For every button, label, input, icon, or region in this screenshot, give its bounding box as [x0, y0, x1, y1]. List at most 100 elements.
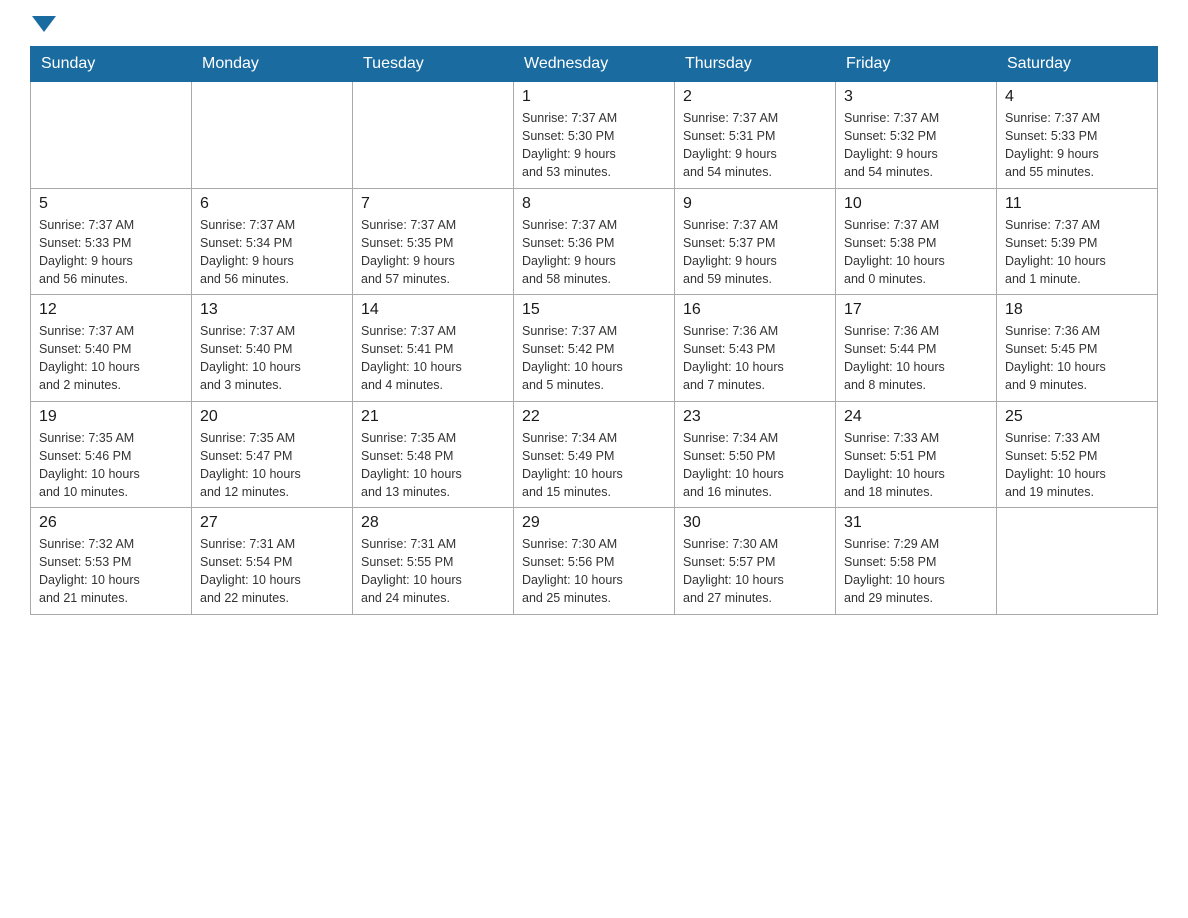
table-row: 17 Sunrise: 7:36 AMSunset: 5:44 PMDayligh…: [836, 295, 997, 402]
table-row: 7 Sunrise: 7:37 AMSunset: 5:35 PMDaylight…: [353, 188, 514, 295]
day-number: 28: [361, 514, 505, 532]
table-row: 11 Sunrise: 7:37 AMSunset: 5:39 PMDayligh…: [997, 188, 1158, 295]
table-row: 24 Sunrise: 7:33 AMSunset: 5:51 PMDayligh…: [836, 401, 997, 508]
day-info: Sunrise: 7:35 AMSunset: 5:48 PMDaylight:…: [361, 429, 505, 502]
calendar-week-row: 1 Sunrise: 7:37 AMSunset: 5:30 PMDaylight…: [31, 82, 1158, 189]
day-info: Sunrise: 7:36 AMSunset: 5:43 PMDaylight:…: [683, 322, 827, 395]
day-info: Sunrise: 7:33 AMSunset: 5:51 PMDaylight:…: [844, 429, 988, 502]
day-number: 9: [683, 195, 827, 213]
day-number: 27: [200, 514, 344, 532]
day-info: Sunrise: 7:37 AMSunset: 5:34 PMDaylight:…: [200, 216, 344, 289]
day-number: 2: [683, 88, 827, 106]
table-row: 5 Sunrise: 7:37 AMSunset: 5:33 PMDaylight…: [31, 188, 192, 295]
day-info: Sunrise: 7:37 AMSunset: 5:33 PMDaylight:…: [1005, 109, 1149, 182]
logo-arrow-icon: [32, 16, 56, 32]
day-number: 11: [1005, 195, 1149, 213]
col-thursday: Thursday: [675, 47, 836, 82]
day-number: 22: [522, 408, 666, 426]
table-row: 27 Sunrise: 7:31 AMSunset: 5:54 PMDayligh…: [192, 508, 353, 615]
table-row: 15 Sunrise: 7:37 AMSunset: 5:42 PMDayligh…: [514, 295, 675, 402]
day-info: Sunrise: 7:37 AMSunset: 5:32 PMDaylight:…: [844, 109, 988, 182]
day-number: 12: [39, 301, 183, 319]
day-number: 18: [1005, 301, 1149, 319]
table-row: 29Sunrise: 7:30 AMSunset: 5:56 PMDayligh…: [514, 508, 675, 615]
day-info: Sunrise: 7:37 AMSunset: 5:40 PMDaylight:…: [39, 322, 183, 395]
table-row: 18 Sunrise: 7:36 AMSunset: 5:45 PMDayligh…: [997, 295, 1158, 402]
day-info: Sunrise: 7:37 AMSunset: 5:30 PMDaylight:…: [522, 109, 666, 182]
calendar-header-row: Sunday Monday Tuesday Wednesday Thursday…: [31, 47, 1158, 82]
day-number: 8: [522, 195, 666, 213]
day-number: 1: [522, 88, 666, 106]
table-row: 8Sunrise: 7:37 AMSunset: 5:36 PMDaylight…: [514, 188, 675, 295]
table-row: 12 Sunrise: 7:37 AMSunset: 5:40 PMDayligh…: [31, 295, 192, 402]
day-number: 6: [200, 195, 344, 213]
table-row: 13Sunrise: 7:37 AMSunset: 5:40 PMDayligh…: [192, 295, 353, 402]
table-row: 6 Sunrise: 7:37 AMSunset: 5:34 PMDaylight…: [192, 188, 353, 295]
day-number: 5: [39, 195, 183, 213]
day-number: 26: [39, 514, 183, 532]
day-number: 25: [1005, 408, 1149, 426]
day-number: 16: [683, 301, 827, 319]
day-number: 31: [844, 514, 988, 532]
table-row: 26Sunrise: 7:32 AMSunset: 5:53 PMDayligh…: [31, 508, 192, 615]
table-row: 25Sunrise: 7:33 AMSunset: 5:52 PMDayligh…: [997, 401, 1158, 508]
logo: [30, 20, 56, 36]
table-row: 16 Sunrise: 7:36 AMSunset: 5:43 PMDayligh…: [675, 295, 836, 402]
day-info: Sunrise: 7:31 AMSunset: 5:55 PMDaylight:…: [361, 535, 505, 608]
table-row: 21 Sunrise: 7:35 AMSunset: 5:48 PMDayligh…: [353, 401, 514, 508]
day-number: 17: [844, 301, 988, 319]
col-wednesday: Wednesday: [514, 47, 675, 82]
day-info: Sunrise: 7:37 AMSunset: 5:39 PMDaylight:…: [1005, 216, 1149, 289]
table-row: 9 Sunrise: 7:37 AMSunset: 5:37 PMDaylight…: [675, 188, 836, 295]
day-info: Sunrise: 7:30 AMSunset: 5:57 PMDaylight:…: [683, 535, 827, 608]
table-row: 2 Sunrise: 7:37 AMSunset: 5:31 PMDaylight…: [675, 82, 836, 189]
calendar-week-row: 12 Sunrise: 7:37 AMSunset: 5:40 PMDayligh…: [31, 295, 1158, 402]
day-info: Sunrise: 7:36 AMSunset: 5:44 PMDaylight:…: [844, 322, 988, 395]
day-number: 7: [361, 195, 505, 213]
table-row: 31 Sunrise: 7:29 AMSunset: 5:58 PMDayligh…: [836, 508, 997, 615]
day-number: 10: [844, 195, 988, 213]
day-number: 4: [1005, 88, 1149, 106]
day-info: Sunrise: 7:37 AMSunset: 5:40 PMDaylight:…: [200, 322, 344, 395]
day-info: Sunrise: 7:37 AMSunset: 5:42 PMDaylight:…: [522, 322, 666, 395]
day-number: 21: [361, 408, 505, 426]
table-row: 28 Sunrise: 7:31 AMSunset: 5:55 PMDayligh…: [353, 508, 514, 615]
day-number: 24: [844, 408, 988, 426]
day-info: Sunrise: 7:37 AMSunset: 5:31 PMDaylight:…: [683, 109, 827, 182]
day-info: Sunrise: 7:37 AMSunset: 5:33 PMDaylight:…: [39, 216, 183, 289]
day-info: Sunrise: 7:31 AMSunset: 5:54 PMDaylight:…: [200, 535, 344, 608]
col-monday: Monday: [192, 47, 353, 82]
table-row: 10 Sunrise: 7:37 AMSunset: 5:38 PMDayligh…: [836, 188, 997, 295]
day-info: Sunrise: 7:37 AMSunset: 5:38 PMDaylight:…: [844, 216, 988, 289]
day-info: Sunrise: 7:29 AMSunset: 5:58 PMDaylight:…: [844, 535, 988, 608]
day-number: 14: [361, 301, 505, 319]
day-number: 29: [522, 514, 666, 532]
day-info: Sunrise: 7:35 AMSunset: 5:47 PMDaylight:…: [200, 429, 344, 502]
day-number: 19: [39, 408, 183, 426]
table-row: 20 Sunrise: 7:35 AMSunset: 5:47 PMDayligh…: [192, 401, 353, 508]
calendar-week-row: 26Sunrise: 7:32 AMSunset: 5:53 PMDayligh…: [31, 508, 1158, 615]
day-number: 3: [844, 88, 988, 106]
day-info: Sunrise: 7:35 AMSunset: 5:46 PMDaylight:…: [39, 429, 183, 502]
day-number: 23: [683, 408, 827, 426]
col-saturday: Saturday: [997, 47, 1158, 82]
table-row: 22 Sunrise: 7:34 AMSunset: 5:49 PMDayligh…: [514, 401, 675, 508]
day-number: 30: [683, 514, 827, 532]
day-number: 20: [200, 408, 344, 426]
day-info: Sunrise: 7:36 AMSunset: 5:45 PMDaylight:…: [1005, 322, 1149, 395]
col-sunday: Sunday: [31, 47, 192, 82]
day-info: Sunrise: 7:34 AMSunset: 5:50 PMDaylight:…: [683, 429, 827, 502]
table-row: 3 Sunrise: 7:37 AMSunset: 5:32 PMDaylight…: [836, 82, 997, 189]
table-row: 19 Sunrise: 7:35 AMSunset: 5:46 PMDayligh…: [31, 401, 192, 508]
table-row: 30 Sunrise: 7:30 AMSunset: 5:57 PMDayligh…: [675, 508, 836, 615]
table-row: 1 Sunrise: 7:37 AMSunset: 5:30 PMDaylight…: [514, 82, 675, 189]
table-row: [353, 82, 514, 189]
table-row: [997, 508, 1158, 615]
day-info: Sunrise: 7:37 AMSunset: 5:35 PMDaylight:…: [361, 216, 505, 289]
day-info: Sunrise: 7:37 AMSunset: 5:37 PMDaylight:…: [683, 216, 827, 289]
day-info: Sunrise: 7:34 AMSunset: 5:49 PMDaylight:…: [522, 429, 666, 502]
col-friday: Friday: [836, 47, 997, 82]
table-row: 23 Sunrise: 7:34 AMSunset: 5:50 PMDayligh…: [675, 401, 836, 508]
page-header: [30, 20, 1158, 36]
day-number: 15: [522, 301, 666, 319]
